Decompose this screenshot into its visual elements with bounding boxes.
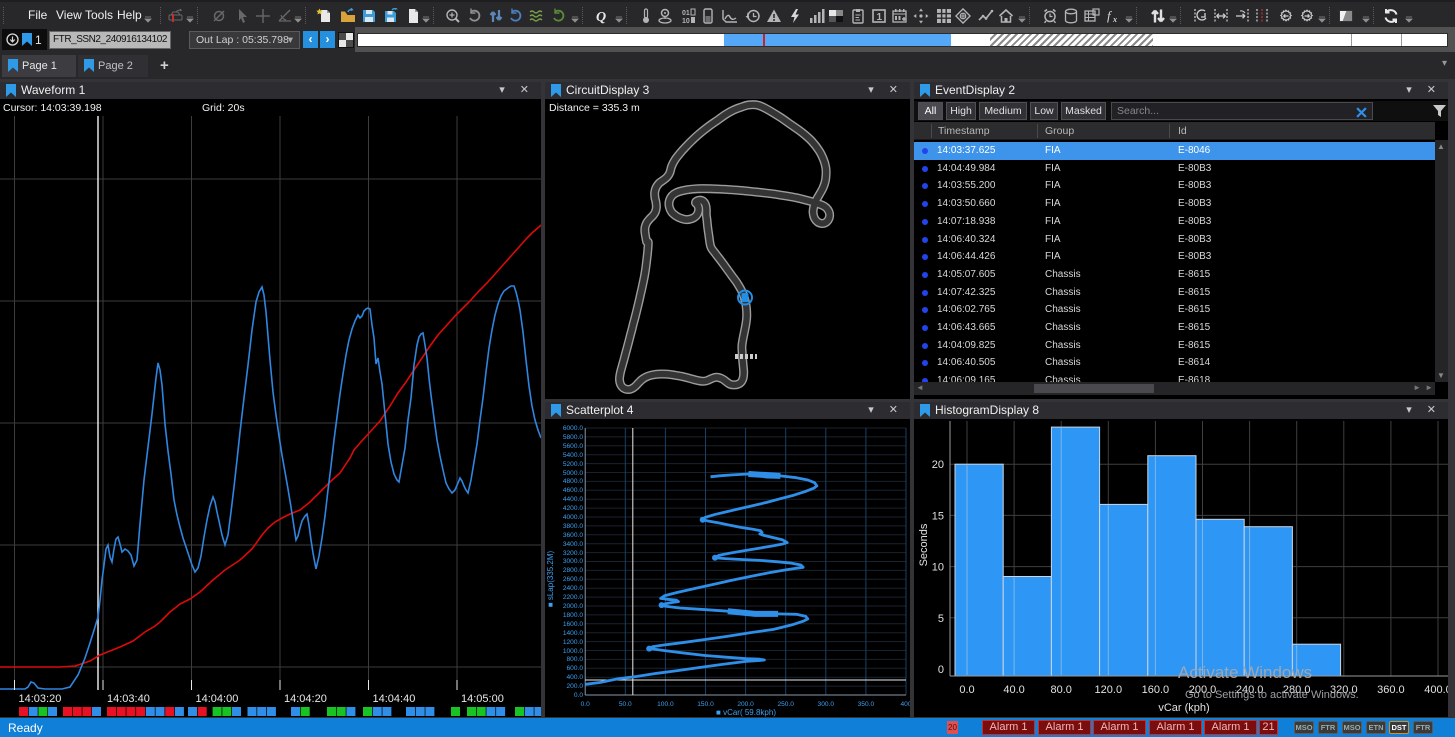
svg-text:3200.0: 3200.0 [563,550,584,557]
svg-text:80.0: 80.0 [1050,684,1071,696]
svg-text:0.0: 0.0 [581,701,590,708]
svg-text:4200.0: 4200.0 [563,505,584,512]
svg-text:5200.0: 5200.0 [563,461,584,468]
svg-text:5000.0: 5000.0 [563,470,584,477]
svg-text:14:04:00: 14:04:00 [196,693,239,705]
svg-text:160.0: 160.0 [1142,684,1170,696]
svg-text:14:03:20: 14:03:20 [19,693,62,705]
svg-text:3600.0: 3600.0 [563,532,584,539]
svg-text:5800.0: 5800.0 [563,434,584,441]
svg-text:2600.0: 2600.0 [563,576,584,583]
svg-text:360.0: 360.0 [1377,684,1405,696]
svg-text:4600.0: 4600.0 [563,487,584,494]
svg-text:400: 400 [900,701,910,708]
svg-text:14:04:20: 14:04:20 [284,693,327,705]
svg-text:200.0: 200.0 [737,701,754,708]
svg-text:1000.0: 1000.0 [563,648,584,655]
svg-text:Q: Q [596,10,606,24]
svg-text:vCar (kph): vCar (kph) [1158,702,1209,714]
svg-text:1600.0: 1600.0 [563,621,584,628]
svg-text:600.0: 600.0 [566,665,583,672]
svg-text:50.0: 50.0 [619,701,632,708]
svg-text:0: 0 [938,664,944,676]
svg-text:14:04:40: 14:04:40 [373,693,416,705]
svg-text:■ sLap(335.2M): ■ sLap(335.2M) [546,550,555,607]
svg-text:0.0: 0.0 [959,684,974,696]
svg-text:250.0: 250.0 [777,701,794,708]
svg-text:■ vCar( 59.8kph): ■ vCar( 59.8kph) [716,708,776,717]
svg-text:x: x [1112,15,1117,24]
svg-text:Distance = 335.3 m: Distance = 335.3 m [549,102,640,114]
svg-text:Cursor: 14:03:39.198: Cursor: 14:03:39.198 [3,102,102,114]
svg-text:200.0: 200.0 [566,683,583,690]
svg-text:15: 15 [932,510,944,522]
svg-text:1: 1 [877,12,883,23]
svg-text:Grid: 20s: Grid: 20s [202,102,245,114]
svg-text:14:03:40: 14:03:40 [107,693,150,705]
svg-text:10: 10 [932,562,944,574]
svg-text:4400.0: 4400.0 [563,496,584,503]
svg-text:5: 5 [938,613,944,625]
svg-text:120.0: 120.0 [1095,684,1123,696]
svg-text:2800.0: 2800.0 [563,567,584,574]
svg-text:1800.0: 1800.0 [563,612,584,619]
svg-text:1400.0: 1400.0 [563,630,584,637]
svg-text:40.0: 40.0 [1003,684,1024,696]
svg-text:2200.0: 2200.0 [563,594,584,601]
svg-text:2000.0: 2000.0 [563,603,584,610]
svg-text:100.0: 100.0 [657,701,674,708]
svg-text:0.0: 0.0 [574,692,583,699]
svg-text:2400.0: 2400.0 [563,585,584,592]
svg-text:4000.0: 4000.0 [563,514,584,521]
svg-text:3000.0: 3000.0 [563,558,584,565]
svg-text:5400.0: 5400.0 [563,452,584,459]
svg-text:3400.0: 3400.0 [563,541,584,548]
svg-text:800.0: 800.0 [566,656,583,663]
svg-text:400.0: 400.0 [1424,684,1448,696]
svg-text:Seconds: Seconds [918,523,930,566]
svg-text:150.0: 150.0 [697,701,714,708]
svg-text:10: 10 [682,18,690,24]
svg-text:400.0: 400.0 [566,674,583,681]
svg-text:3800.0: 3800.0 [563,523,584,530]
svg-text:6000.0: 6000.0 [563,425,584,432]
svg-text:1200.0: 1200.0 [563,639,584,646]
svg-text:5600.0: 5600.0 [563,443,584,450]
svg-text:350.0: 350.0 [858,701,875,708]
svg-text:300.0: 300.0 [818,701,835,708]
svg-text:4800.0: 4800.0 [563,478,584,485]
svg-text:14:05:00: 14:05:00 [461,693,504,705]
svg-text:01: 01 [682,10,690,17]
svg-text:20: 20 [932,459,944,471]
